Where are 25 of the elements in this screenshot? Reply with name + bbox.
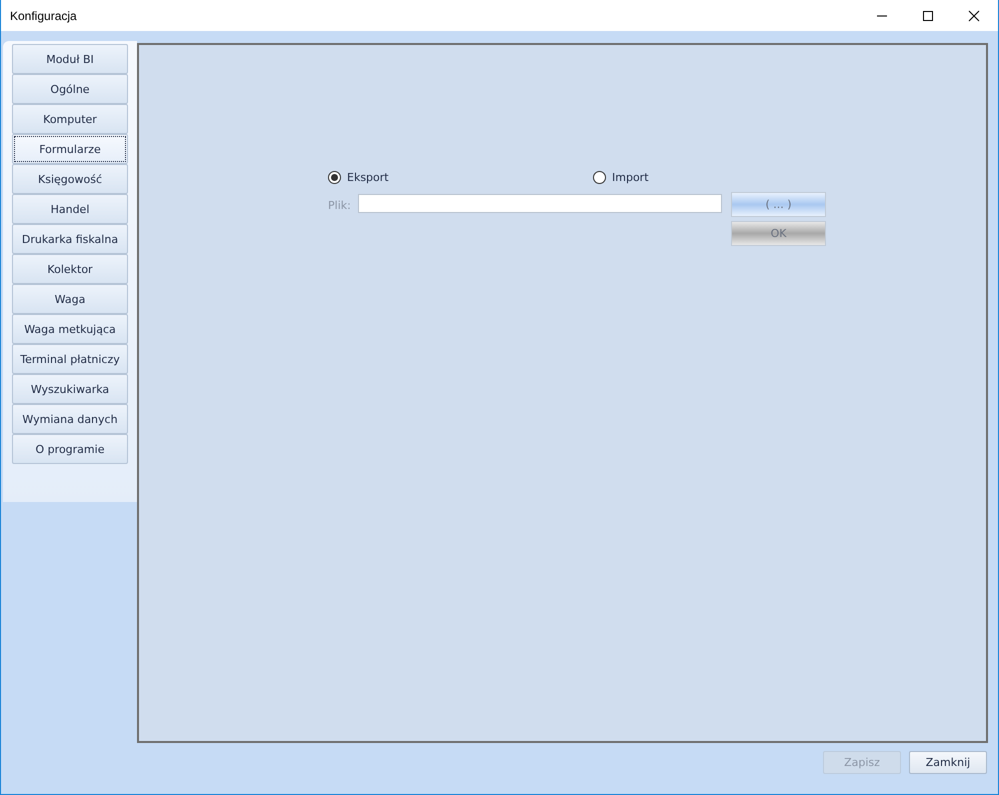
sidebar-item[interactable]: Formularze [12,134,128,164]
footer-button[interactable]: Zamknij [909,751,987,774]
sidebar-item[interactable]: Ogólne [12,74,128,104]
radio-icon[interactable] [328,171,341,184]
maximize-icon[interactable] [922,10,934,22]
sidebar-item[interactable]: Księgowość [12,164,128,194]
file-label: Plik: [328,199,352,212]
sidebar-item[interactable]: Wymiana danych [12,404,128,434]
window-title: Konfiguracja [9,8,77,22]
sidebar-item[interactable]: Waga [12,284,128,314]
sidebar-item[interactable]: Komputer [12,104,128,134]
sidebar-item[interactable]: Kolektor [12,254,128,284]
sidebar-item[interactable]: Terminal płatniczy [12,344,128,374]
close-icon[interactable] [968,10,980,22]
radio-option[interactable]: Import [593,171,858,184]
sidebar-item[interactable]: Wyszukiwarka [12,374,128,404]
sidebar-item[interactable]: Handel [12,194,128,224]
sidebar-item[interactable]: Waga metkująca [12,314,128,344]
radio-icon[interactable] [593,171,606,184]
sidebar-item[interactable]: O programie [12,434,128,464]
sidebar-item[interactable]: Moduł BI [12,44,128,74]
sidebar-item[interactable]: Drukarka fiskalna [12,224,128,254]
radio-label: Import [612,171,649,184]
radio-label: Eksport [347,171,389,184]
radio-option[interactable]: Eksport [328,171,593,184]
